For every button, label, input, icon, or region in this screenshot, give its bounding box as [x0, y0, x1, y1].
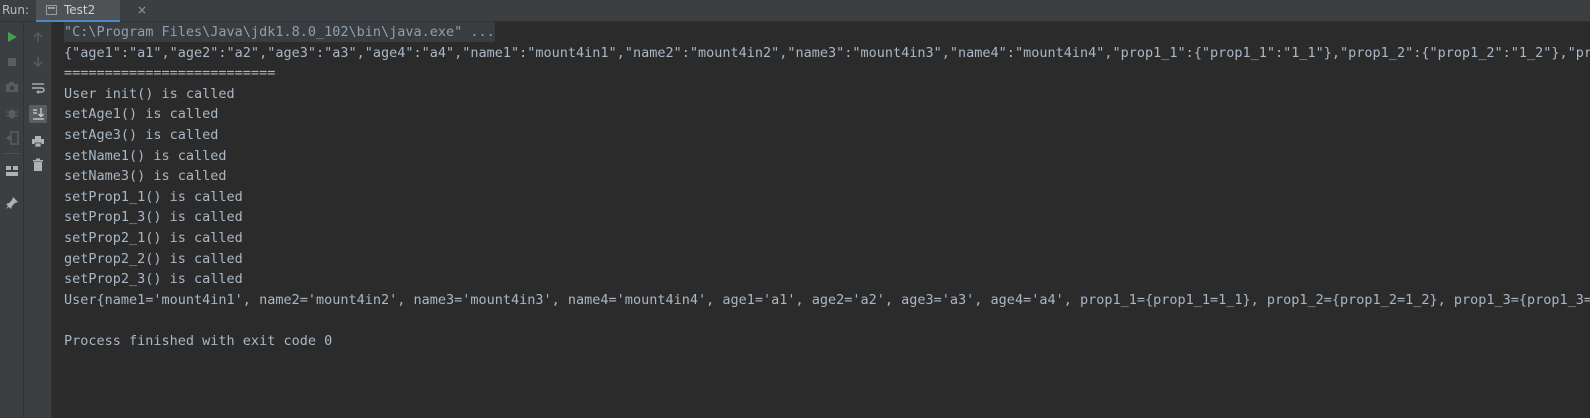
- soft-wrap-button[interactable]: [29, 79, 47, 97]
- scroll-down-button[interactable]: [29, 53, 47, 71]
- console-command-line: "C:\Program Files\Java\jdk1.8.0_102\bin\…: [64, 22, 495, 42]
- console-line: setProp1_1() is called: [64, 188, 243, 205]
- close-tab-icon[interactable]: ×: [137, 3, 147, 17]
- console-line: setName1() is called: [64, 147, 227, 164]
- stop-button[interactable]: [3, 53, 21, 71]
- dump-threads-button[interactable]: [3, 78, 21, 96]
- pin-tab-button[interactable]: [3, 194, 21, 212]
- print-button[interactable]: [29, 132, 47, 150]
- console-line: setProp1_3() is called: [64, 209, 243, 226]
- debug-button[interactable]: [3, 104, 21, 122]
- console-line: setProp2_1() is called: [64, 230, 243, 246]
- toolbar-divider: [4, 153, 20, 154]
- console-line: {"age1":"a1","age2":"a2","age3":"a3","ag…: [64, 44, 1590, 61]
- console-line: User init() is called: [64, 85, 235, 102]
- camera-icon: [6, 82, 18, 92]
- restore-layout-button[interactable]: [3, 162, 21, 180]
- soft-wrap-icon: [32, 83, 45, 94]
- trash-icon: [33, 158, 43, 171]
- console-line: setProp2_3() is called: [64, 271, 243, 288]
- scroll-to-end-icon: [33, 108, 44, 120]
- console-line: ==========================: [64, 65, 276, 82]
- console-line: setAge3() is called: [64, 127, 219, 143]
- scroll-up-button[interactable]: [29, 28, 47, 46]
- console-line: setAge1() is called: [64, 106, 219, 123]
- layout-icon: [6, 166, 18, 176]
- run-console-toolbar: [24, 22, 52, 418]
- print-icon: [32, 135, 44, 147]
- exit-button[interactable]: [3, 129, 21, 147]
- pin-icon: [6, 197, 18, 209]
- run-left-toolbar: [0, 22, 24, 418]
- console-line: getProp2_2() is called: [64, 250, 243, 267]
- up-arrow-icon: [33, 31, 43, 42]
- rerun-button[interactable]: [3, 28, 21, 46]
- console-tab-icon: [46, 5, 57, 15]
- bug-icon: [6, 109, 18, 119]
- clear-all-button[interactable]: [29, 156, 47, 174]
- run-icon: [8, 32, 17, 42]
- console-line: User{name1='mount4in1', name2='mount4in2…: [64, 291, 1590, 308]
- tab-test2[interactable]: Test2 ×: [36, 0, 147, 22]
- stop-icon: [8, 58, 16, 66]
- console-line: setName3() is called: [64, 168, 227, 185]
- scroll-to-end-button[interactable]: [29, 105, 47, 123]
- tab-title: Test2: [64, 3, 96, 17]
- run-tab-bar: Run: Test2 ×: [0, 0, 1590, 22]
- down-arrow-icon: [33, 57, 43, 68]
- console-exit-line: Process finished with exit code 0: [64, 333, 333, 349]
- exit-icon: [6, 131, 19, 145]
- console-output[interactable]: "C:\Program Files\Java\jdk1.8.0_102\bin\…: [52, 22, 1590, 418]
- run-label: Run:: [2, 3, 30, 17]
